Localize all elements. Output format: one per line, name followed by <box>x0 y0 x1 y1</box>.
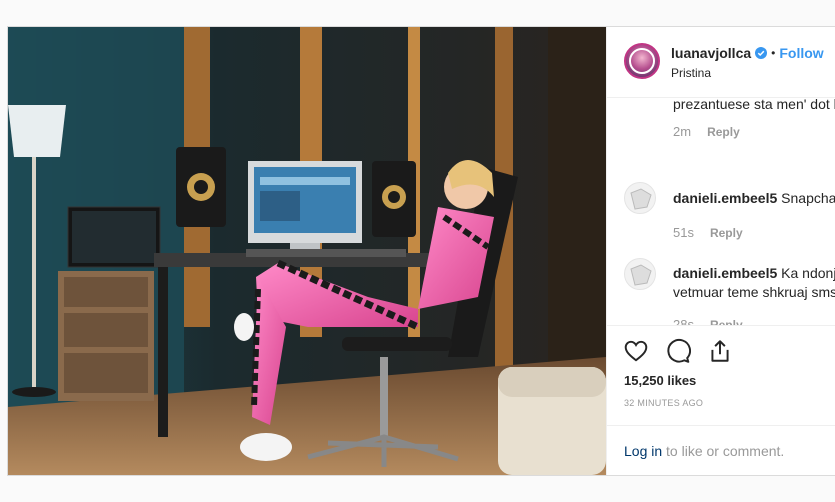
login-prompt-text: to like or comment. <box>662 443 785 459</box>
comment-body: danieli.embeel5 Snapchat <box>673 190 835 206</box>
post-time-ago: 32 MINUTES AGO <box>624 398 704 408</box>
comment-body: danieli.embeel5 Ka ndonje <box>673 265 835 281</box>
post-photo[interactable] <box>8 27 606 475</box>
commenter-username[interactable]: danieli.embeel5 <box>673 190 777 206</box>
login-prompt: Log in to like or comment. <box>607 425 835 475</box>
comment-time: 2m <box>673 124 692 139</box>
verified-badge-icon <box>755 47 768 59</box>
follow-button[interactable]: Follow <box>779 45 823 61</box>
reply-button[interactable]: Reply <box>710 318 743 325</box>
login-link[interactable]: Log in <box>624 443 662 459</box>
reply-button[interactable]: Reply <box>710 226 743 240</box>
comment-time: 28s <box>673 317 694 326</box>
commenter-avatar[interactable] <box>624 182 656 214</box>
author-username[interactable]: luanavjollca <box>671 45 751 61</box>
comment-time: 51s <box>673 225 694 240</box>
comment-meta: 28s Reply <box>673 317 743 326</box>
comments-list[interactable]: prezantuese sta men' dot k 2m Reply danie… <box>607 98 835 326</box>
comment-text: Snapchat <box>777 190 835 206</box>
post-header: luanavjollca • Follow Pristina <box>607 27 835 98</box>
separator-dot: • <box>771 46 776 60</box>
avatar-placeholder-icon <box>630 264 652 286</box>
comment-meta: 51s Reply <box>673 225 743 240</box>
post-card: luanavjollca • Follow Pristina prezantue… <box>7 26 835 476</box>
commenter-avatar[interactable] <box>624 258 656 290</box>
post-location[interactable]: Pristina <box>671 66 711 80</box>
comment-text-line2: vetmuar teme shkruaj sms <box>673 284 835 300</box>
comment-icon[interactable] <box>665 338 691 364</box>
heart-icon[interactable] <box>623 338 649 364</box>
action-bar <box>623 338 733 364</box>
studio-photo-illustration <box>8 27 606 475</box>
likes-count[interactable]: 15,250 likes <box>624 373 696 388</box>
comment-text: Ka ndonje <box>781 265 835 281</box>
avatar-placeholder-icon <box>630 188 652 210</box>
commenter-username[interactable]: danieli.embeel5 <box>673 265 777 281</box>
comment-meta: 2m Reply <box>673 124 740 139</box>
author-avatar[interactable] <box>624 43 660 79</box>
author-row: luanavjollca • Follow <box>671 45 824 61</box>
comment-text-truncated: prezantuese sta men' dot k <box>673 98 835 112</box>
share-icon[interactable] <box>707 338 733 364</box>
reply-button[interactable]: Reply <box>707 125 740 139</box>
post-sidebar: luanavjollca • Follow Pristina prezantue… <box>606 27 835 475</box>
